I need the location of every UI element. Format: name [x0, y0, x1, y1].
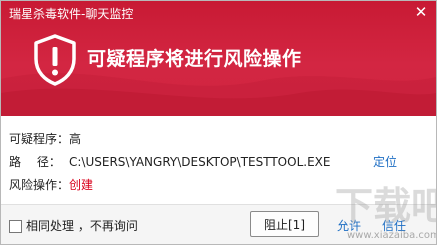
block-button[interactable]: 阻止[1] [250, 211, 319, 237]
trust-button[interactable]: 信任 [382, 218, 406, 234]
operation-row: 风险操作：创建 [9, 177, 93, 193]
operation-label: 风险操作： [9, 178, 70, 192]
same-handling-label[interactable]: 相同处理 ，不再询问 [26, 218, 138, 234]
program-label: 可疑程序： [9, 132, 70, 146]
window-title: 瑞星杀毒软件-聊天监控 [9, 7, 134, 21]
path-value: C:\USERS\YANGRY\DESKTOP\TESTTOOL.EXE [69, 155, 331, 169]
shield-exclamation-icon [34, 34, 76, 86]
locate-link[interactable]: 定位 [373, 154, 397, 170]
close-button[interactable]: ✕ [412, 3, 430, 21]
program-value: 高 [69, 132, 82, 146]
program-row: 可疑程序：高 [9, 131, 81, 147]
dialog-window: 瑞星杀毒软件-聊天监控 ✕ 可疑程序将进行风险操作 可疑程序：高 路 径： C:\… [0, 0, 437, 245]
warning-heading: 可疑程序将进行风险操作 [87, 48, 302, 70]
same-handling-checkbox[interactable] [9, 220, 22, 233]
operation-value: 创建 [69, 178, 94, 192]
path-label: 路 径： [9, 155, 61, 169]
allow-button[interactable]: 允许 [337, 218, 361, 234]
path-row: 路 径： C:\USERS\YANGRY\DESKTOP\TESTTOOL.EXE [9, 154, 330, 170]
alert-header: 瑞星杀毒软件-聊天监控 ✕ 可疑程序将进行风险操作 [1, 1, 436, 116]
